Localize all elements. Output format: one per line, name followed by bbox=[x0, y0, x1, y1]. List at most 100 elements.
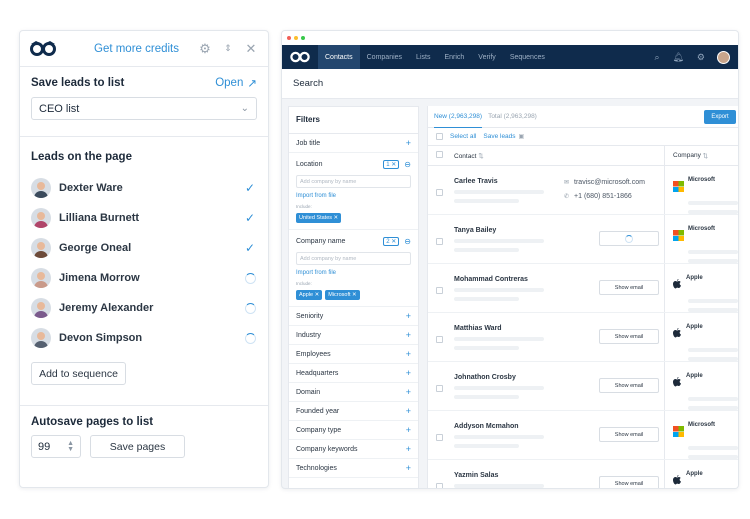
tab-total[interactable]: Total (2,963,298) bbox=[488, 113, 537, 120]
lead-item[interactable]: Jimena Morrow bbox=[31, 263, 257, 293]
filter-chip[interactable]: Apple ✕ bbox=[296, 290, 323, 300]
placeholder-line bbox=[688, 299, 738, 303]
company-name[interactable]: Microsoft bbox=[688, 422, 715, 428]
company-name[interactable]: Apple bbox=[686, 324, 703, 330]
show-email-button[interactable]: Show email bbox=[599, 476, 659, 488]
contact-column-header[interactable]: Contact ⇅ bbox=[454, 152, 664, 160]
nav-tab-lists[interactable]: Lists bbox=[409, 45, 437, 69]
save-leads-link[interactable]: Save leads bbox=[483, 133, 515, 140]
select-all-link[interactable]: Select all bbox=[450, 133, 476, 140]
chip-close-icon[interactable]: ✕ bbox=[351, 292, 357, 298]
company-input[interactable]: Add company by name bbox=[296, 252, 411, 265]
search-icon[interactable]: ⌕ bbox=[654, 52, 659, 63]
lead-item[interactable]: George Oneal ✓ bbox=[31, 233, 257, 263]
row-checkbox[interactable] bbox=[436, 287, 443, 294]
autosave-pages-input[interactable]: 99 ▲ ▼ bbox=[31, 435, 81, 458]
nav-tab-companies[interactable]: Companies bbox=[360, 45, 409, 69]
filter-count-badge[interactable]: 1 ✕ bbox=[383, 159, 400, 169]
plus-icon[interactable]: + bbox=[406, 330, 411, 340]
list-select[interactable]: CEO list ⌄ bbox=[31, 97, 257, 120]
row-checkbox[interactable] bbox=[436, 434, 443, 441]
show-email-button[interactable]: Show email bbox=[599, 427, 659, 442]
export-button[interactable]: Export bbox=[704, 110, 736, 124]
plus-icon[interactable]: + bbox=[406, 311, 411, 321]
nav-tab-contacts[interactable]: Contacts bbox=[318, 45, 360, 69]
plus-icon[interactable]: + bbox=[406, 463, 411, 473]
maximize-window-icon[interactable] bbox=[301, 36, 305, 40]
lead-item[interactable]: Dexter Ware ✓ bbox=[31, 173, 257, 203]
row-checkbox[interactable] bbox=[436, 189, 443, 196]
filter-technologies[interactable]: Technologies + bbox=[289, 459, 418, 478]
plus-icon[interactable]: + bbox=[406, 425, 411, 435]
filter-domain[interactable]: Domain + bbox=[289, 383, 418, 402]
gear-icon[interactable]: ⚙ bbox=[697, 52, 705, 63]
close-icon[interactable]: ✕ bbox=[244, 41, 258, 56]
phone-value: +1 (680) 851-1866 bbox=[574, 193, 632, 200]
plus-icon[interactable]: + bbox=[406, 349, 411, 359]
filter-count-badge[interactable]: 2 ✕ bbox=[383, 236, 400, 246]
nav-tab-verify[interactable]: Verify bbox=[471, 45, 503, 69]
location-input[interactable]: Add company by name bbox=[296, 175, 411, 188]
row-checkbox[interactable] bbox=[436, 238, 443, 245]
bell-icon[interactable]: 🔔︎ bbox=[672, 52, 683, 63]
company-name[interactable]: Apple bbox=[686, 471, 703, 477]
show-email-button[interactable]: Show email bbox=[599, 329, 659, 344]
company-name[interactable]: Microsoft bbox=[688, 226, 715, 232]
plus-icon[interactable]: + bbox=[406, 138, 411, 148]
filter-company-type[interactable]: Company type + bbox=[289, 421, 418, 440]
stepper-icon[interactable]: ▲ ▼ bbox=[67, 440, 74, 453]
row-checkbox[interactable] bbox=[436, 336, 443, 343]
header-checkbox[interactable] bbox=[436, 151, 443, 158]
contact-cell: Carlee Travis ✉ travisc@microsoft.com ✆ +1 (… bbox=[454, 166, 664, 214]
filter-industry[interactable]: Industry + bbox=[289, 326, 418, 345]
close-window-icon[interactable] bbox=[287, 36, 291, 40]
gear-icon[interactable]: ⚙ bbox=[198, 41, 212, 56]
nav-tab-enrich[interactable]: Enrich bbox=[437, 45, 471, 69]
lead-item[interactable]: Devon Simpson bbox=[31, 323, 257, 353]
user-avatar[interactable] bbox=[717, 50, 730, 64]
filter-job-title[interactable]: Job title + bbox=[289, 134, 418, 153]
filter-company-keywords[interactable]: Company keywords + bbox=[289, 440, 418, 459]
get-more-credits-link[interactable]: Get more credits bbox=[94, 43, 179, 55]
lead-item[interactable]: Lilliana Burnett ✓ bbox=[31, 203, 257, 233]
row-checkbox[interactable] bbox=[436, 385, 443, 392]
tab-new[interactable]: New (2,963,298) bbox=[434, 106, 483, 128]
company-name[interactable]: Microsoft bbox=[688, 177, 715, 183]
filter-chip[interactable]: United States ✕ bbox=[296, 213, 342, 223]
results-table-body: Carlee Travis ✉ travisc@microsoft.com ✆ +1 (… bbox=[428, 166, 738, 488]
plus-icon[interactable]: + bbox=[406, 444, 411, 454]
plus-icon[interactable]: + bbox=[406, 368, 411, 378]
show-email-button[interactable]: Show email bbox=[599, 378, 659, 393]
company-name[interactable]: Apple bbox=[686, 373, 703, 379]
import-from-file-link[interactable]: Import from file bbox=[296, 270, 411, 276]
add-to-sequence-button[interactable]: Add to sequence bbox=[31, 362, 126, 385]
filter-employees[interactable]: Employees + bbox=[289, 345, 418, 364]
row-checkbox[interactable] bbox=[436, 483, 443, 488]
save-pages-button[interactable]: Save pages bbox=[90, 435, 185, 458]
collapse-icon[interactable]: ⇕ bbox=[221, 42, 235, 56]
minimize-window-icon[interactable] bbox=[294, 36, 298, 40]
nav-tab-sequences[interactable]: Sequences bbox=[503, 45, 552, 69]
nav-logo-icon[interactable] bbox=[290, 51, 310, 63]
plus-icon[interactable]: + bbox=[406, 387, 411, 397]
save-leads-title: Save leads to list bbox=[31, 77, 125, 89]
open-list-link[interactable]: Open ↗ bbox=[215, 76, 257, 90]
show-email-button-loading[interactable] bbox=[599, 231, 659, 246]
filter-headquarters[interactable]: Headquarters + bbox=[289, 364, 418, 383]
chip-close-icon[interactable]: ✕ bbox=[313, 292, 320, 298]
phone-line[interactable]: ✆ +1 (680) 851-1866 bbox=[564, 190, 645, 204]
minus-icon[interactable]: ⊖ bbox=[404, 160, 411, 169]
filter-seniority[interactable]: Seniority + bbox=[289, 307, 418, 326]
plus-icon[interactable]: + bbox=[406, 406, 411, 416]
lead-item[interactable]: Jeremy Alexander bbox=[31, 293, 257, 323]
import-from-file-link[interactable]: Import from file bbox=[296, 193, 411, 199]
company-column-header[interactable]: Company ⇅ bbox=[664, 145, 738, 166]
minus-icon[interactable]: ⊖ bbox=[404, 237, 411, 246]
filter-founded-year[interactable]: Founded year + bbox=[289, 402, 418, 421]
select-all-checkbox[interactable] bbox=[436, 133, 443, 140]
filter-chip[interactable]: Microsoft ✕ bbox=[325, 290, 360, 300]
company-name[interactable]: Apple bbox=[686, 275, 703, 281]
chip-close-icon[interactable]: ✕ bbox=[332, 215, 339, 221]
show-email-button[interactable]: Show email bbox=[599, 280, 659, 295]
email-line[interactable]: ✉ travisc@microsoft.com bbox=[564, 176, 645, 190]
